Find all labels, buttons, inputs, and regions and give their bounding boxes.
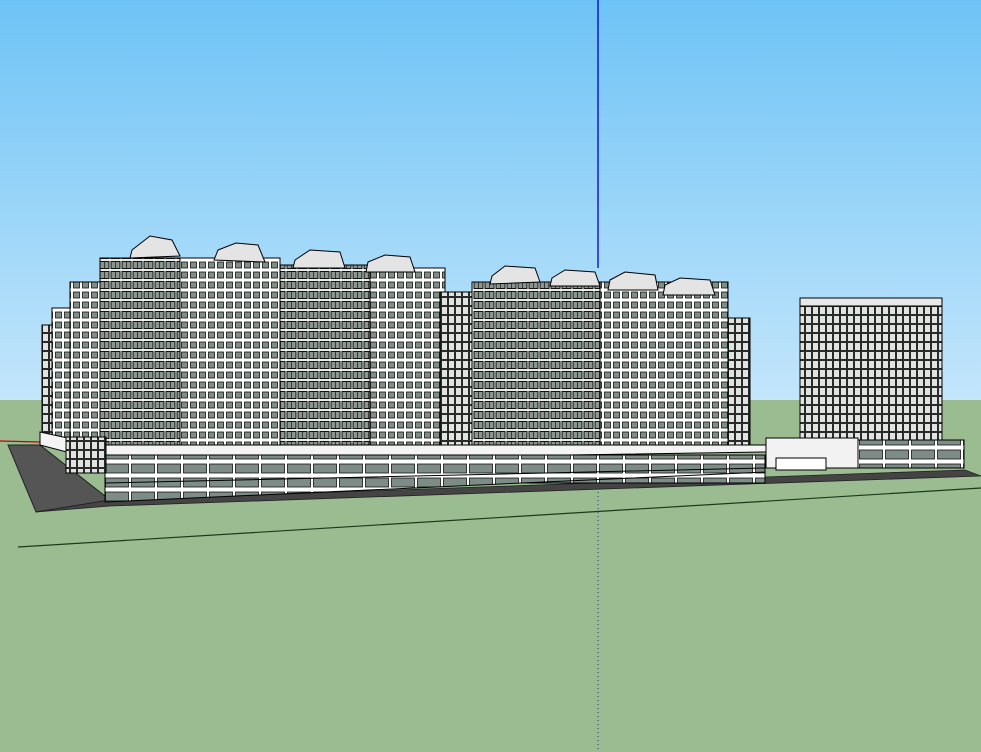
left-tower-block[interactable]	[41, 235, 473, 459]
3d-scene[interactable]	[0, 0, 981, 752]
modeling-viewport[interactable]	[0, 0, 981, 752]
center-tower-block[interactable]	[471, 265, 751, 453]
